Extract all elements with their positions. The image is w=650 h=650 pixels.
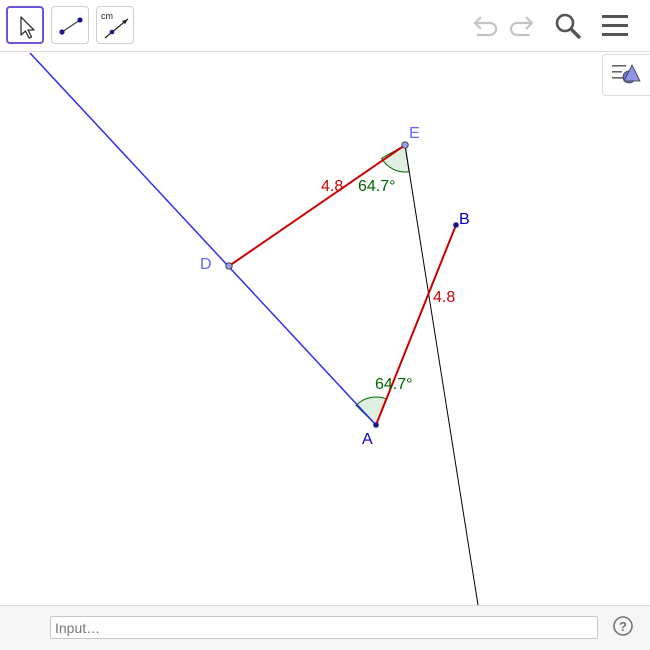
algebra-input[interactable] [50,616,598,639]
point-b[interactable] [453,222,459,228]
graphics-view[interactable]: E D B A 4.8 4.8 64.7° 64.7° [0,53,650,605]
search-icon[interactable] [550,10,584,42]
label-b: B [459,211,470,228]
line-ad[interactable] [29,53,377,426]
segment-fixed-length-tool-button[interactable]: cm [96,6,134,44]
point-e[interactable] [401,141,409,149]
length-label-ab: 4.8 [433,289,455,306]
input-bar [0,605,650,650]
cm-label: cm [101,11,113,21]
segment-fixed-length-icon: cm [101,11,129,39]
move-tool-button[interactable] [6,6,44,44]
label-d: D [200,256,212,273]
angle-label-e: 64.7° [358,178,396,195]
point-a[interactable] [373,422,379,428]
segment-icon [59,17,83,35]
point-d[interactable] [225,262,233,270]
menu-icon[interactable] [598,10,632,42]
angle-label-a: 64.7° [375,376,413,393]
cursor-arrow-icon [20,16,35,39]
segment-de[interactable] [228,144,406,267]
segment-tool-button[interactable] [51,6,89,44]
toolbar: cm [0,0,650,52]
label-a: A [362,431,373,448]
label-e: E [409,125,420,142]
undo-icon[interactable] [468,10,502,42]
segment-ab[interactable] [375,224,457,426]
svg-text:?: ? [619,619,627,634]
help-icon[interactable]: ? [612,615,634,637]
length-label-de: 4.8 [321,178,343,195]
redo-icon[interactable] [505,10,539,42]
